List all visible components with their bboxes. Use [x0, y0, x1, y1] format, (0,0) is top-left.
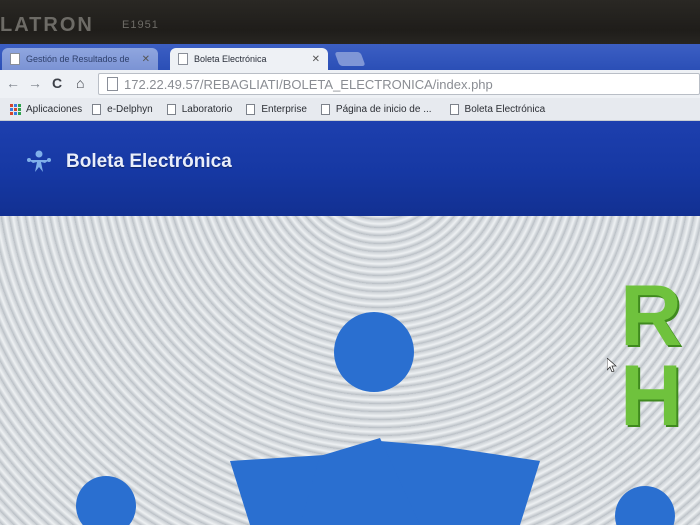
- browser-toolbar: ← → C ⌂ 172.22.49.57/REBAGLIATI/BOLETA_E…: [0, 70, 700, 98]
- bookmark-pagina-inicio[interactable]: Página de inicio de ...: [320, 103, 432, 115]
- close-icon[interactable]: ✕: [142, 54, 150, 65]
- forward-icon[interactable]: →: [28, 75, 42, 91]
- monitor-bezel: LATRON E1951: [0, 0, 700, 50]
- tab-title: Gestión de Resultados de: [26, 54, 130, 64]
- bookmark-label: Aplicaciones: [26, 103, 83, 115]
- people-logo-icon: [27, 150, 51, 172]
- bookmark-label: Boleta Electrónica: [464, 103, 546, 115]
- doc-icon: [246, 103, 256, 115]
- bookmark-label: e-Delphyn: [107, 103, 153, 115]
- tab-title: Boleta Electrónica: [194, 54, 267, 64]
- bookmark-e-delphyn[interactable]: e-Delphyn: [92, 103, 153, 115]
- screen: Gestión de Resultados de ✕ Boleta Electr…: [0, 44, 700, 525]
- address-bar[interactable]: 172.22.49.57/REBAGLIATI/BOLETA_ELECTRONI…: [98, 73, 700, 95]
- new-tab-button[interactable]: [334, 52, 366, 66]
- close-icon[interactable]: ✕: [312, 54, 320, 65]
- page-icon: [107, 77, 118, 91]
- url-text: 172.22.49.57/REBAGLIATI/BOLETA_ELECTRONI…: [124, 76, 493, 92]
- doc-icon: [166, 103, 176, 115]
- page-icon: [178, 53, 188, 65]
- reload-icon[interactable]: C: [52, 75, 62, 91]
- hero-letter-r: R: [620, 268, 683, 364]
- apps-icon: [10, 103, 21, 115]
- tab-strip: Gestión de Resultados de ✕ Boleta Electr…: [0, 44, 700, 70]
- doc-icon: [92, 103, 102, 115]
- bookmark-boleta-electronica[interactable]: Boleta Electrónica: [449, 103, 546, 115]
- page-icon: [10, 53, 20, 65]
- doc-icon: [449, 103, 459, 115]
- back-icon[interactable]: ←: [6, 75, 20, 91]
- tab-gestion-resultados[interactable]: Gestión de Resultados de ✕: [2, 48, 158, 70]
- logo-head-shape: [334, 312, 414, 392]
- logo-left-head-shape: [76, 476, 136, 525]
- tab-boleta-electronica[interactable]: Boleta Electrónica ✕: [170, 48, 328, 70]
- bookmark-aplicaciones[interactable]: Aplicaciones: [10, 103, 83, 115]
- logo-right-head-shape: [615, 486, 675, 525]
- bookmark-label: Laboratorio: [181, 103, 233, 115]
- bookmark-laboratorio[interactable]: Laboratorio: [166, 103, 233, 115]
- home-icon[interactable]: ⌂: [76, 75, 84, 91]
- doc-icon: [320, 103, 330, 115]
- bookmark-label: Página de inicio de ...: [335, 103, 432, 115]
- bookmarks-bar: Aplicaciones e-Delphyn Laboratorio Enter…: [0, 98, 700, 121]
- mouse-cursor-icon: [607, 358, 617, 372]
- bookmark-label: Enterprise: [261, 103, 307, 115]
- hero-letter-h: H: [620, 348, 683, 444]
- page-header: Boleta Electrónica: [0, 121, 700, 216]
- page-title: Boleta Electrónica: [66, 151, 232, 172]
- page-body: R H: [0, 216, 700, 525]
- bookmark-enterprise[interactable]: Enterprise: [246, 103, 307, 115]
- hospital-logo-figure: [76, 312, 675, 525]
- monitor-brand: LATRON: [0, 14, 94, 36]
- hero-letters: R H: [620, 268, 683, 444]
- monitor-model: E1951: [122, 19, 159, 31]
